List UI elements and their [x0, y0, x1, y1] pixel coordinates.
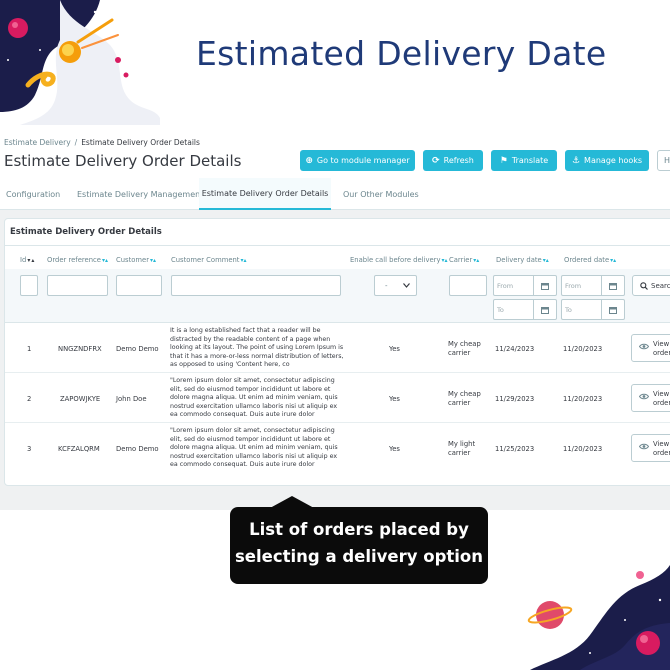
cell-id: 2 — [27, 395, 32, 403]
module-tabs: Configuration Estimate Delivery Manageme… — [0, 178, 670, 210]
view-order-button[interactable]: View order — [631, 384, 670, 412]
filter-call-value: - — [385, 281, 388, 290]
cell-carrier: My cheap carrier — [448, 340, 481, 357]
filter-carrier-input[interactable] — [449, 275, 487, 296]
filter-reference-input[interactable] — [47, 275, 108, 296]
column-header-customer-comment[interactable]: Customer Comment▾▴ — [171, 256, 247, 264]
chevron-down-icon — [403, 283, 410, 288]
tab-other-modules[interactable]: Our Other Modules — [337, 178, 425, 210]
help-label: H — [663, 156, 670, 165]
calendar-icon[interactable] — [602, 275, 625, 296]
callout-text: List of orders placed by selecting a del… — [230, 516, 488, 570]
plus-circle-icon: ⊕ — [305, 155, 313, 166]
calendar-icon[interactable] — [534, 299, 557, 320]
search-icon — [640, 281, 648, 290]
cell-customer: Demo Demo — [116, 445, 159, 453]
cell-comment: "Lorem ipsum dolor sit amet, consectetur… — [170, 427, 338, 469]
cell-reference: KCFZALQRM — [58, 445, 100, 453]
panel-title: Estimate Delivery Order Details — [10, 227, 162, 237]
breadcrumb-current: Estimate Delivery Order Details — [81, 138, 200, 147]
cell-carrier: My light carrier — [448, 440, 476, 457]
column-header-order-reference[interactable]: Order reference▾▴ — [47, 256, 108, 264]
column-header-delivery-date[interactable]: Delivery date▾▴ — [496, 256, 549, 264]
view-order-button[interactable]: View order — [631, 434, 670, 462]
column-header-customer[interactable]: Customer▾▴ — [116, 256, 156, 264]
translate-button[interactable]: ⚑ Translate — [491, 150, 557, 171]
cell-reference: NNGZNDFRX — [58, 345, 102, 353]
module-manager-button[interactable]: ⊕ Go to module manager — [300, 150, 415, 171]
refresh-icon: ⟳ — [432, 155, 440, 166]
breadcrumb-link[interactable]: Estimate Delivery — [4, 138, 71, 147]
column-header-id[interactable]: Id▾▴ — [20, 256, 34, 264]
filter-ordered-from[interactable]: From — [561, 275, 602, 296]
admin-header: Estimate Delivery / Estimate Delivery Orde… — [0, 130, 670, 210]
filter-row: - From To From To Search — [5, 269, 670, 323]
cell-call-before: Yes — [389, 345, 400, 353]
cell-delivery-date: 11/29/2023 — [495, 395, 535, 403]
module-manager-label: Go to module manager — [316, 156, 410, 165]
anchor-icon: ⚓ — [571, 155, 581, 166]
cell-ordered-date: 11/20/2023 — [563, 445, 603, 453]
page-title: Estimate Delivery Order Details — [4, 152, 242, 170]
cell-comment: It is a long established fact that a rea… — [170, 327, 344, 369]
column-header-call-before-delivery[interactable]: Enable call before delivery▾▴ — [350, 256, 448, 264]
hero-title: Estimated Delivery Date — [196, 34, 607, 73]
table-row[interactable]: 3 KCFZALQRM Demo Demo "Lorem ipsum dolor… — [5, 424, 670, 473]
cell-ordered-date: 11/20/2023 — [563, 395, 603, 403]
panel-divider — [5, 245, 670, 246]
column-header-carrier[interactable]: Carrier▾▴ — [449, 256, 479, 264]
search-label: Search — [651, 281, 670, 290]
table-row[interactable]: 2 ZAPOWJKYE John Doe "Lorem ipsum dolor … — [5, 374, 670, 423]
table-row[interactable]: 1 NNGZNDFRX Demo Demo It is a long estab… — [5, 324, 670, 373]
filter-delivery-to[interactable]: To — [493, 299, 534, 320]
help-button[interactable]: H — [657, 150, 670, 171]
filter-ordered-to[interactable]: To — [561, 299, 602, 320]
eye-icon — [639, 343, 649, 350]
filter-customer-input[interactable] — [116, 275, 162, 296]
admin-screenshot: Estimate Delivery / Estimate Delivery Orde… — [0, 130, 670, 510]
calendar-icon[interactable] — [534, 275, 557, 296]
cell-call-before: Yes — [389, 445, 400, 453]
tab-configuration[interactable]: Configuration — [0, 178, 66, 210]
refresh-button[interactable]: ⟳ Refresh — [423, 150, 483, 171]
filter-comment-input[interactable] — [171, 275, 341, 296]
view-order-label: View order — [653, 340, 670, 357]
refresh-label: Refresh — [443, 156, 474, 165]
cell-delivery-date: 11/25/2023 — [495, 445, 535, 453]
orders-panel: Estimate Delivery Order Details Id▾▴ Ord… — [4, 218, 670, 486]
filter-id-input[interactable] — [20, 275, 38, 296]
translate-label: Translate — [511, 156, 549, 165]
eye-icon — [639, 393, 649, 400]
cell-reference: ZAPOWJKYE — [60, 395, 101, 403]
cell-customer: John Doe — [116, 395, 147, 403]
flag-icon: ⚑ — [499, 155, 508, 166]
calendar-icon[interactable] — [602, 299, 625, 320]
cell-comment: "Lorem ipsum dolor sit amet, consectetur… — [170, 377, 338, 419]
callout-line-2: selecting a delivery option — [234, 547, 484, 566]
view-order-button[interactable]: View order — [631, 334, 670, 362]
view-order-label: View order — [653, 390, 670, 407]
cell-carrier: My cheap carrier — [448, 390, 481, 407]
breadcrumb: Estimate Delivery / Estimate Delivery Orde… — [4, 138, 200, 147]
tab-delivery-management[interactable]: Estimate Delivery Management — [71, 178, 209, 210]
manage-hooks-label: Manage hooks — [584, 156, 643, 165]
cell-id: 1 — [27, 345, 32, 353]
cell-delivery-date: 11/24/2023 — [495, 345, 535, 353]
eye-icon — [639, 443, 649, 450]
cell-call-before: Yes — [389, 395, 400, 403]
tab-order-details[interactable]: Estimate Delivery Order Details — [199, 178, 331, 210]
cell-customer: Demo Demo — [116, 345, 159, 353]
search-button[interactable]: Search — [632, 275, 670, 296]
space-illustration-bottom-right — [527, 565, 670, 670]
filter-call-select[interactable]: - — [374, 275, 417, 296]
cell-id: 3 — [27, 445, 32, 453]
manage-hooks-button[interactable]: ⚓ Manage hooks — [565, 150, 649, 171]
column-header-ordered-date[interactable]: Ordered date▾▴ — [564, 256, 616, 264]
filter-delivery-from[interactable]: From — [493, 275, 534, 296]
callout-line-1: List of orders placed by — [249, 520, 469, 539]
cell-ordered-date: 11/20/2023 — [563, 345, 603, 353]
view-order-label: View order — [653, 440, 670, 457]
